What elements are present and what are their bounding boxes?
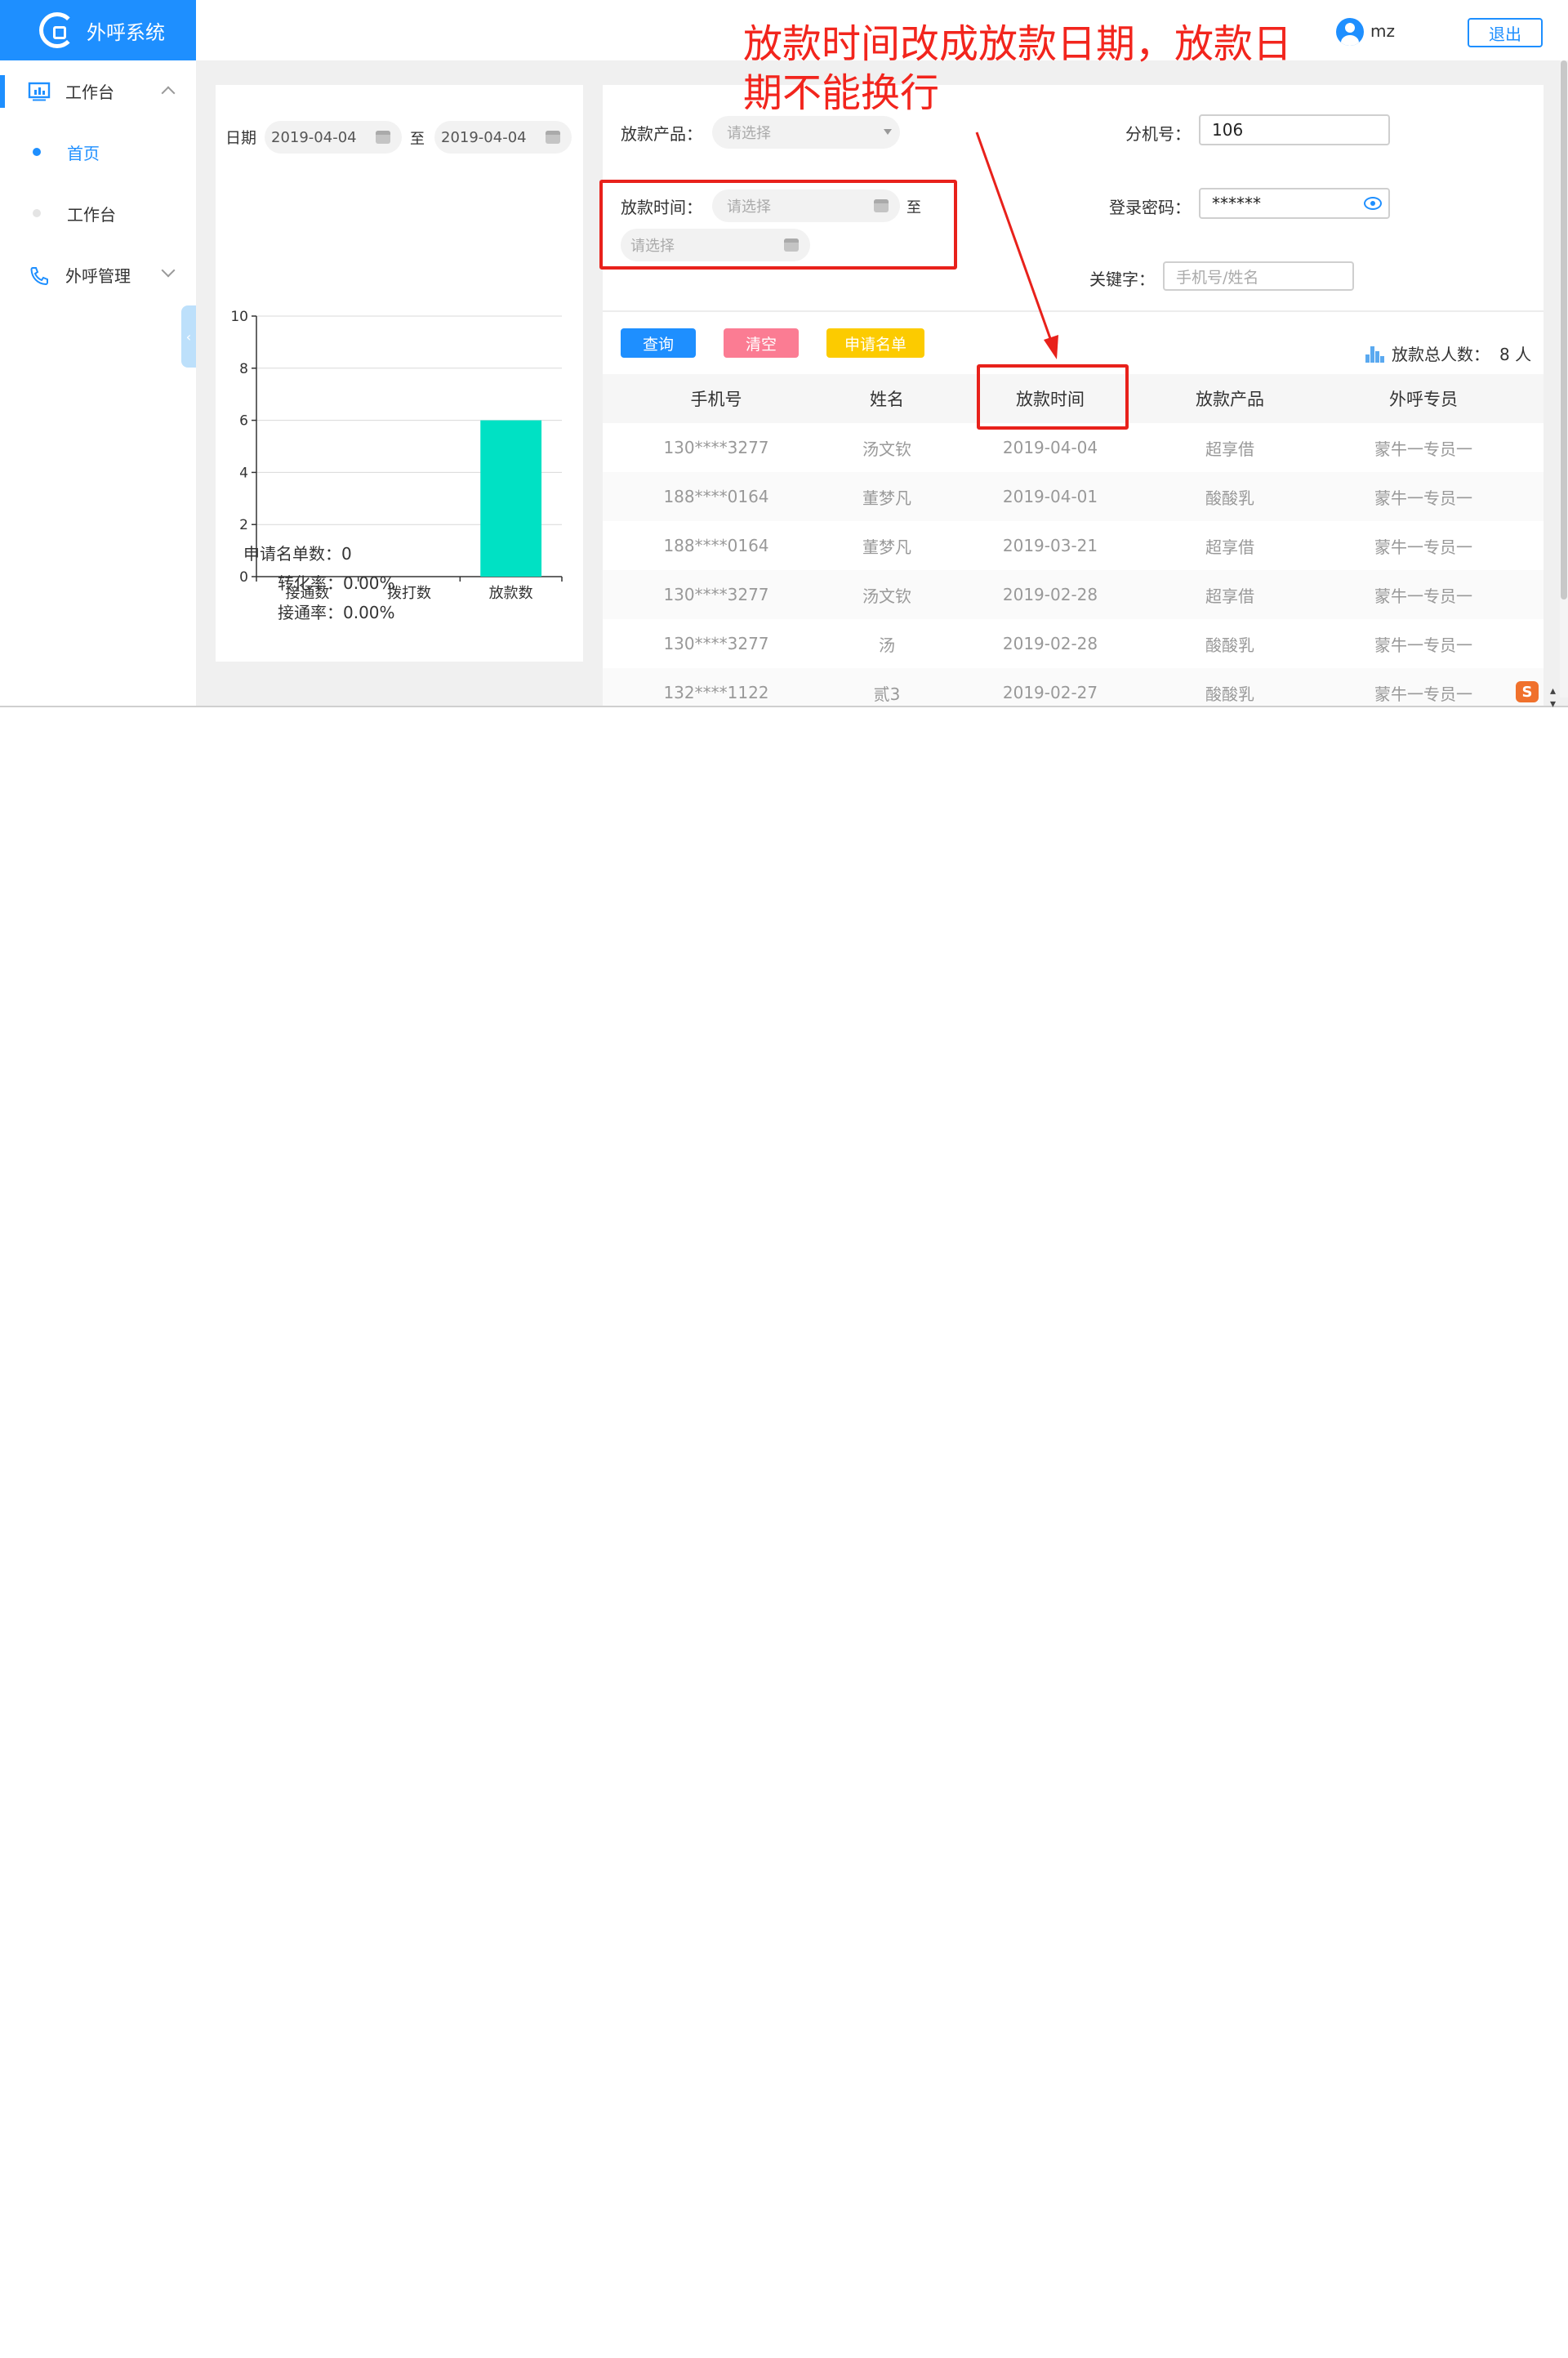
app-window: 外呼系统 工作台 首页 工作台 外呼管理 ‹ mz 退出 日期 2019-04-… — [0, 0, 1568, 707]
annotation-arrow — [975, 131, 1058, 359]
